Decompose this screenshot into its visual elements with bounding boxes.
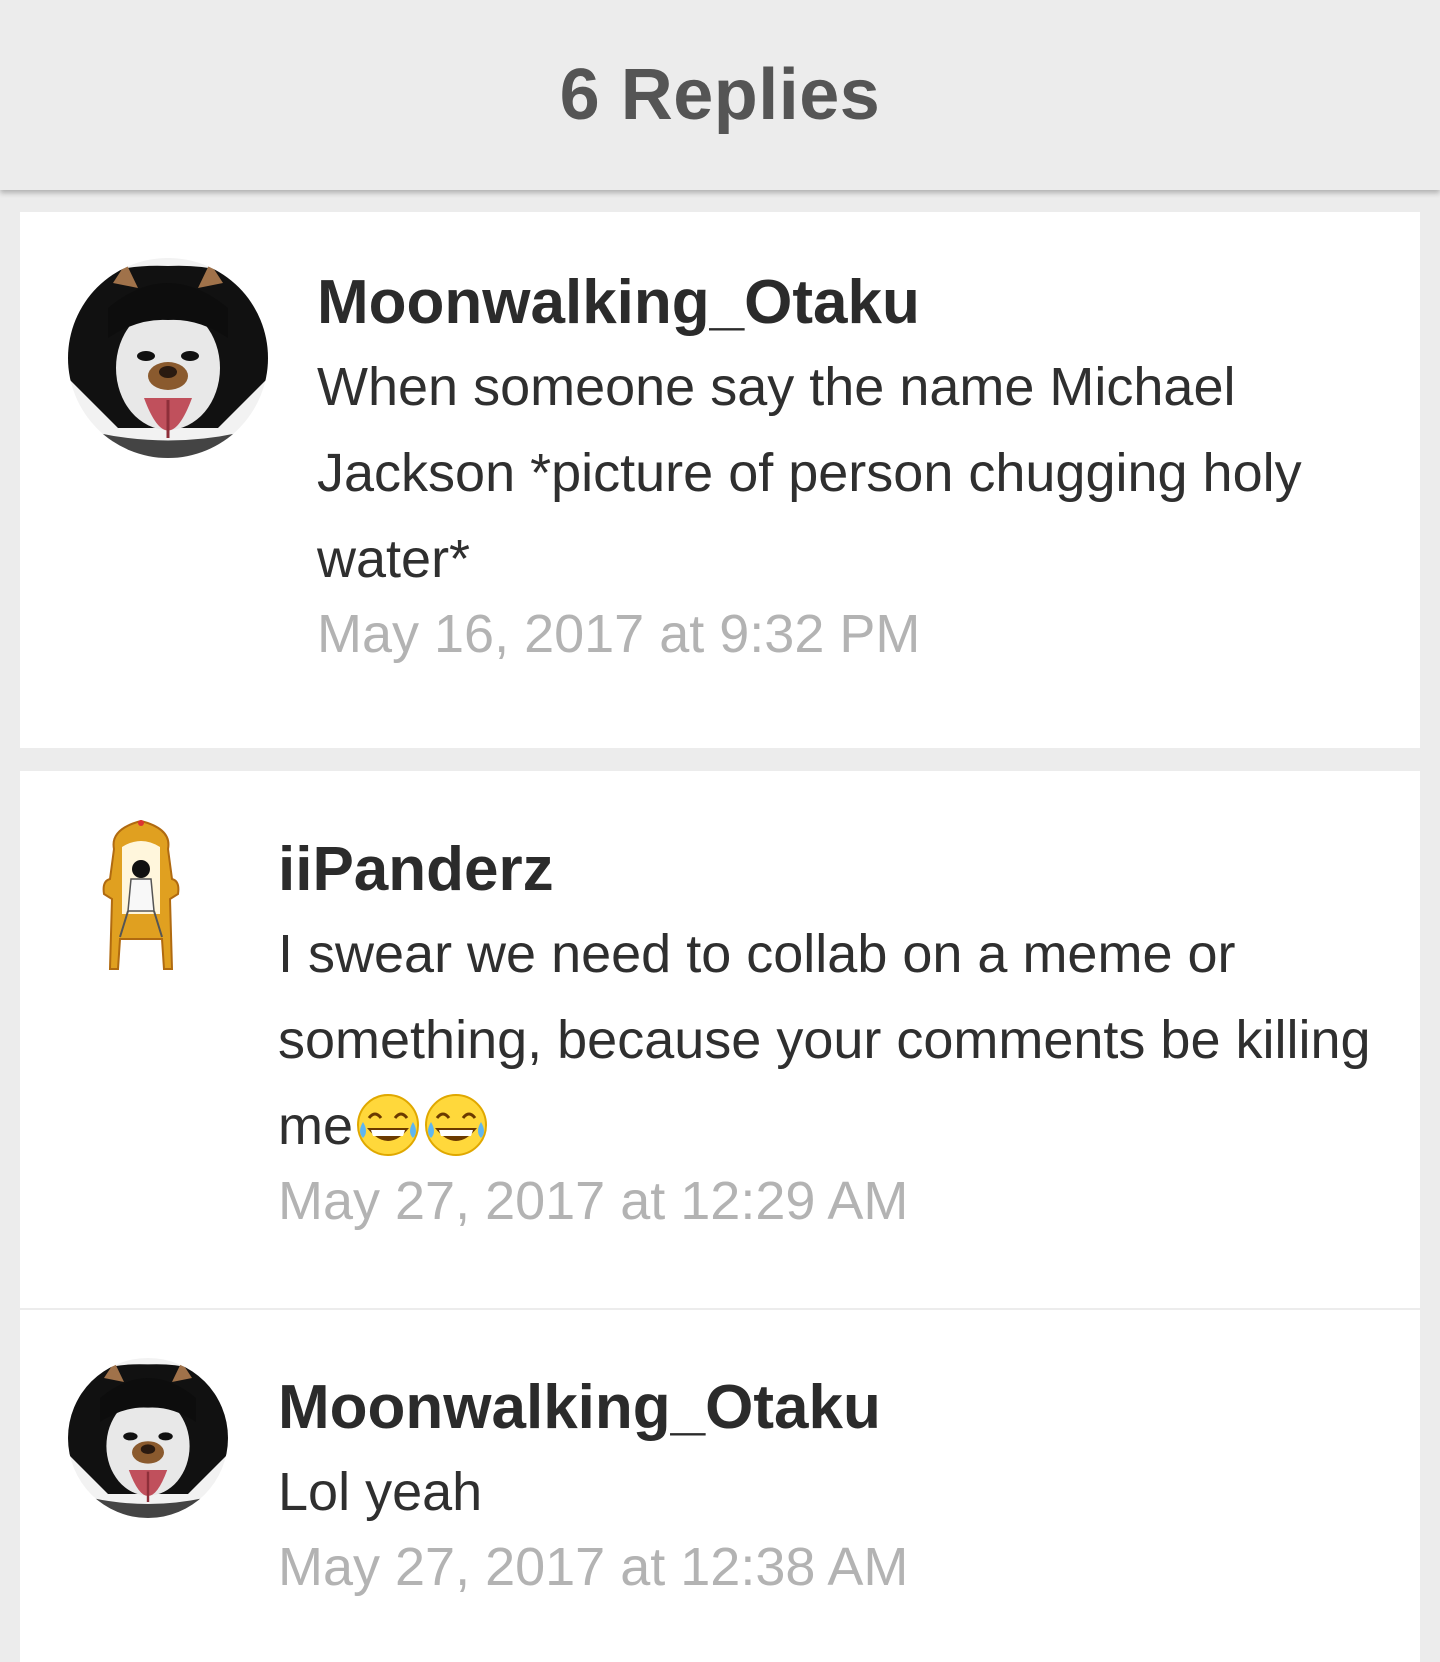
dog-filter-portrait-icon [68,1358,228,1518]
reply-content: Moonwalking_Otaku When someone say the n… [317,268,1397,666]
throne-figure-icon [100,819,182,975]
avatar[interactable] [100,819,182,975]
face-with-tears-of-joy-icon [357,1094,420,1156]
reply-content: iiPanderz I swear we need to collab on a… [278,835,1388,1233]
username[interactable]: Moonwalking_Otaku [278,1373,1388,1443]
reply-message: Lol yeah [278,1462,483,1522]
reply-divider [20,1308,1420,1310]
timestamp: May 27, 2017 at 12:38 AM [278,1537,909,1597]
avatar[interactable] [68,1358,228,1518]
reply-card[interactable]: Moonwalking_Otaku When someone say the n… [20,212,1420,748]
timestamp: May 16, 2017 at 9:32 PM [317,604,921,664]
dog-filter-portrait-icon [68,258,268,458]
replies-header: 6 Replies [0,0,1440,190]
face-with-tears-of-joy-icon [425,1094,488,1156]
reply-content: Moonwalking_Otaku Lol yeah May 27, 2017 … [278,1373,1388,1599]
reply-message: I swear we need to collab on a meme or s… [278,911,1388,1169]
avatar[interactable] [68,258,268,458]
reply-message: When someone say the name Michael Jackso… [317,357,1302,589]
username[interactable]: Moonwalking_Otaku [317,268,1397,338]
username[interactable]: iiPanderz [278,835,1388,905]
reply-thread-card: iiPanderz I swear we need to collab on a… [20,771,1420,1662]
timestamp: May 27, 2017 at 12:29 AM [278,1171,909,1231]
replies-count-title: 6 Replies [559,55,881,135]
